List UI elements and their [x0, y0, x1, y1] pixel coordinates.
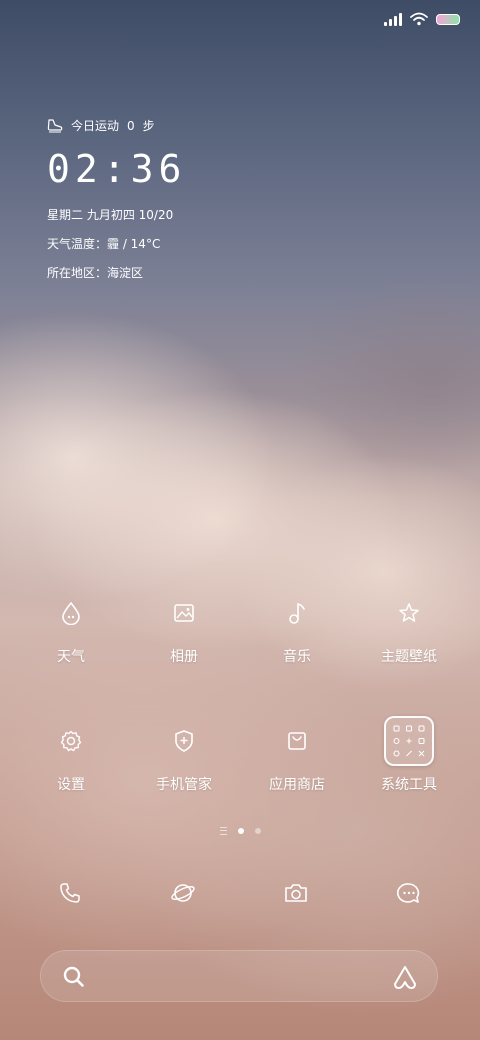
app-label: 音乐: [283, 649, 311, 665]
steps-label: 今日运动: [71, 119, 120, 133]
messages-icon: [397, 883, 420, 903]
security-shield-icon: [159, 716, 209, 766]
app-label: 手机管家: [156, 777, 212, 793]
clock-widget[interactable]: 今日运动 0 步 02:36 星期二 九月初四 10/20 天气温度：霾 / 1…: [47, 117, 186, 281]
dock-messages[interactable]: [384, 868, 434, 918]
app-label: 应用商店: [269, 777, 325, 793]
steps-count: 0: [127, 118, 135, 133]
steps-unit: 步: [142, 119, 155, 133]
search-icon[interactable]: [61, 964, 87, 990]
wifi-icon: [410, 12, 428, 26]
browser-planet-icon: [171, 884, 195, 902]
search-bar[interactable]: [40, 950, 438, 1002]
page-dot[interactable]: [237, 828, 244, 834]
app-label: 主题壁纸: [381, 649, 437, 665]
system-tools-folder-icon: [384, 716, 434, 766]
dock-phone[interactable]: [45, 868, 95, 918]
music-note-icon: [272, 588, 322, 638]
page-indicator[interactable]: [0, 827, 480, 835]
app-label: 天气: [57, 649, 85, 665]
app-label: 系统工具: [381, 777, 437, 793]
status-bar: [384, 12, 460, 26]
clock-time: 02:36: [47, 147, 187, 191]
signal-icon: [384, 12, 402, 26]
gallery-icon: [159, 588, 209, 638]
app-gallery[interactable]: 相册: [129, 588, 239, 666]
xiaoai-icon[interactable]: [391, 963, 419, 991]
app-folder-system-tools[interactable]: 系统工具: [354, 716, 464, 794]
app-label: 设置: [57, 777, 85, 793]
app-settings[interactable]: 设置: [16, 716, 126, 794]
app-themes[interactable]: 主题壁纸: [354, 588, 464, 666]
location-line: 所在地区：海淀区: [47, 266, 144, 280]
app-security[interactable]: 手机管家: [129, 716, 239, 794]
search-input[interactable]: [93, 961, 377, 993]
weather-drop-icon: [46, 588, 96, 638]
settings-gear-icon: [46, 716, 96, 766]
app-store-bag-icon: [272, 716, 322, 766]
app-label: 相册: [170, 649, 198, 665]
date-line: 星期二 九月初四 10/20: [47, 208, 174, 222]
dock-browser[interactable]: [158, 868, 208, 918]
battery-icon: [436, 13, 460, 25]
all-apps-menu-icon[interactable]: [219, 827, 227, 835]
sneaker-icon: [47, 118, 63, 132]
camera-icon: [285, 884, 307, 902]
app-music[interactable]: 音乐: [242, 588, 352, 666]
app-store[interactable]: 应用商店: [242, 716, 352, 794]
page-dot[interactable]: [254, 828, 261, 834]
weather-line: 天气温度：霾 / 14°C: [47, 237, 161, 251]
phone-icon: [60, 883, 80, 903]
steps-row: 今日运动 0 步: [47, 117, 186, 134]
dock-camera[interactable]: [271, 868, 321, 918]
app-weather[interactable]: 天气: [16, 588, 126, 666]
theme-star-icon: [384, 588, 434, 638]
